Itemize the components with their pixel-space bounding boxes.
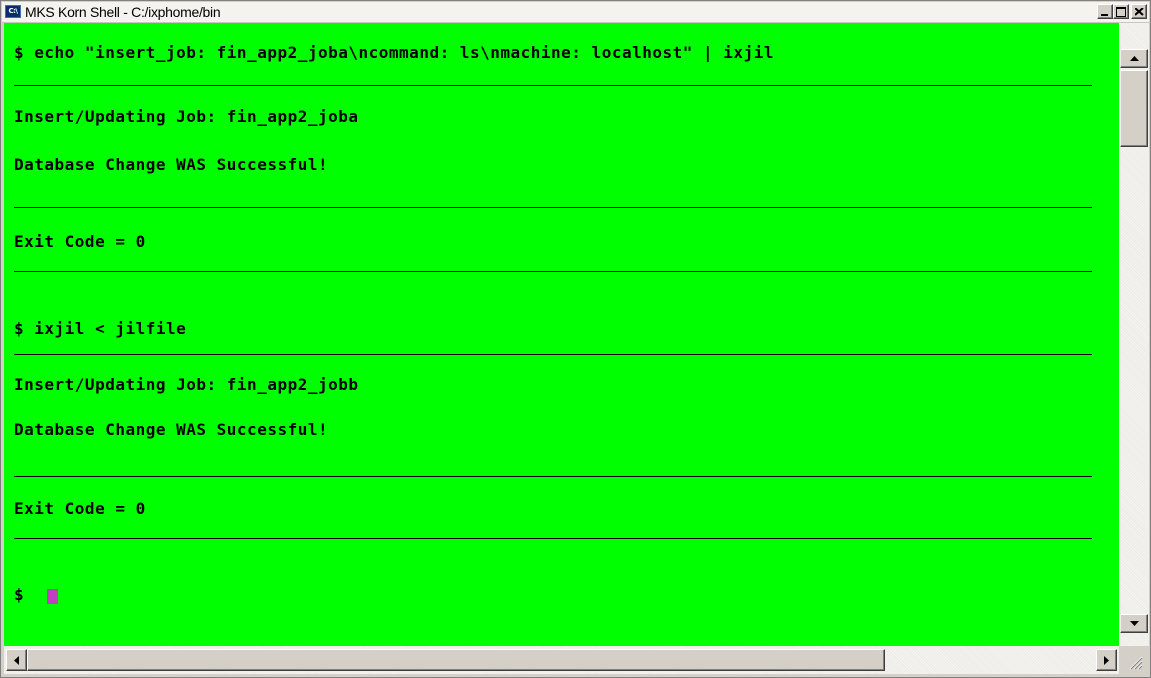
vertical-scroll-thumb[interactable] [1120, 70, 1148, 147]
exit-code-line: Exit Code = 0 [14, 499, 146, 518]
divider [14, 354, 1092, 355]
close-button[interactable] [1131, 4, 1147, 19]
scroll-right-arrow-icon [1104, 656, 1109, 665]
scroll-down-button[interactable] [1120, 614, 1148, 633]
minimize-button[interactable] [1097, 4, 1113, 19]
console-icon[interactable]: C:\ [5, 5, 21, 18]
scroll-down-arrow-icon [1130, 621, 1139, 626]
terminal-output[interactable]: $ echo "insert_job: fin_app2_joba\ncomma… [4, 23, 1119, 646]
scroll-left-arrow-icon [14, 656, 19, 665]
divider [14, 271, 1092, 272]
scroll-up-arrow-icon [1130, 56, 1139, 61]
scroll-right-button[interactable] [1096, 649, 1117, 671]
window-title: MKS Korn Shell - C:/ixphome/bin [25, 4, 221, 20]
divider [14, 207, 1092, 208]
output-line: Insert/Updating Job: fin_app2_joba [14, 107, 359, 126]
divider [14, 85, 1092, 86]
text-cursor [47, 589, 58, 604]
resize-grip-icon [1129, 656, 1143, 670]
maximize-button[interactable] [1113, 4, 1129, 19]
command-line: $ echo "insert_job: fin_app2_joba\ncomma… [14, 43, 774, 62]
prompt-line: $ [14, 585, 35, 604]
terminal-window: C:\ MKS Korn Shell - C:/ixphome/bin $ ec… [0, 0, 1151, 678]
divider [14, 538, 1092, 539]
vertical-scrollbar[interactable] [1119, 23, 1149, 646]
divider [14, 476, 1092, 477]
scroll-up-button[interactable] [1120, 49, 1148, 68]
resize-grip[interactable] [1119, 646, 1149, 676]
close-icon [1135, 8, 1144, 16]
horizontal-scrollbar[interactable] [4, 646, 1119, 674]
exit-code-line: Exit Code = 0 [14, 232, 146, 251]
output-line: Database Change WAS Successful! [14, 155, 329, 174]
horizontal-scroll-thumb[interactable] [27, 649, 885, 671]
command-line: $ ixjil < jilfile [14, 319, 187, 338]
output-line: Insert/Updating Job: fin_app2_jobb [14, 375, 359, 394]
title-bar[interactable]: C:\ MKS Korn Shell - C:/ixphome/bin [2, 2, 1149, 23]
output-line: Database Change WAS Successful! [14, 420, 329, 439]
scroll-left-button[interactable] [6, 649, 27, 671]
